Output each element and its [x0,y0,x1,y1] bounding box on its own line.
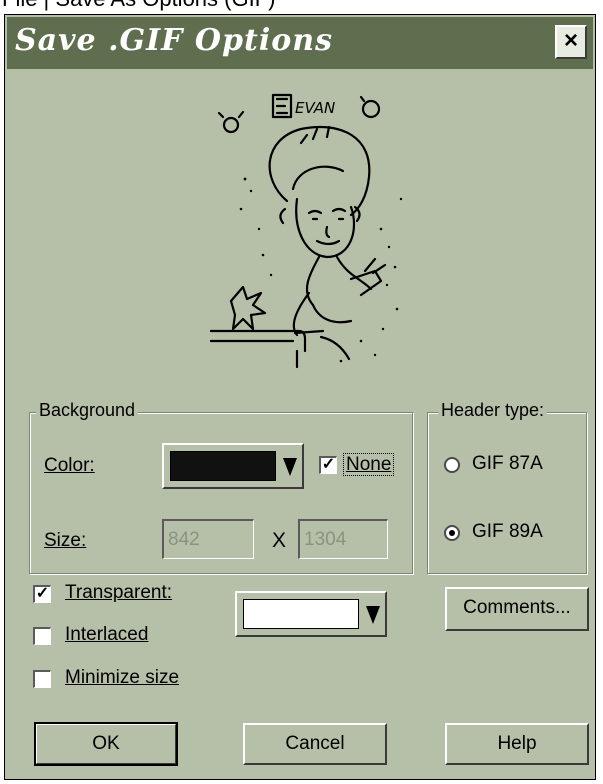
background-color-dropdown[interactable] [162,443,304,489]
none-checkbox[interactable]: ✓ [319,456,337,474]
save-gif-options-dialog: Save .GIF Options × EVAN Background Colo… [4,14,596,780]
checkmark-icon: ✓ [321,456,336,473]
checkmark-icon: ✓ [35,585,50,602]
dropdown-arrow-icon [366,606,380,624]
gif-89a-label[interactable]: GIF 89A [472,521,543,543]
gif-preview-image: EVAN [209,93,403,369]
height-field[interactable]: 1304 [298,519,388,559]
interlaced-label[interactable]: Interlaced [65,624,148,646]
color-label: Color: [44,455,95,476]
background-group-label: Background [36,400,139,421]
gif-87a-label[interactable]: GIF 87A [472,453,543,475]
interlaced-checkbox[interactable] [33,627,51,645]
gif-87a-radio[interactable] [444,457,460,473]
close-button[interactable]: × [555,25,587,59]
help-button[interactable]: Help [445,723,589,765]
ok-button[interactable]: OK [34,722,178,766]
cancel-button[interactable]: Cancel [243,723,387,765]
transparent-label[interactable]: Transparent: [65,582,172,604]
comments-button[interactable]: Comments... [445,587,589,631]
transparent-checkbox[interactable]: ✓ [33,585,51,603]
size-label: Size: [44,530,87,551]
radio-selected-dot [449,530,455,536]
gif-89a-radio[interactable] [444,525,460,541]
minimize-size-label[interactable]: Minimize size [65,667,179,689]
header-type-group-label: Header type: [438,400,548,421]
window-caption: File | Save As Options (GIF) [2,0,275,12]
title-bar[interactable]: Save .GIF Options × [7,17,593,69]
minimize-size-checkbox[interactable] [33,670,51,688]
close-icon: × [563,27,578,54]
header-type-group: Header type: GIF 87A GIF 89A [427,400,587,574]
transparent-color-dropdown[interactable] [235,591,387,637]
dropdown-arrow-icon [283,458,297,476]
preview-signature: EVAN [295,99,335,117]
width-field[interactable]: 842 [162,519,254,559]
background-group: Background Color: ✓ None Size: 842 X 130… [29,400,413,574]
transparent-color-swatch [243,599,359,629]
size-separator: X [272,529,287,552]
background-color-swatch [170,451,276,481]
none-label[interactable]: None [343,453,395,476]
dialog-title: Save .GIF Options [15,23,333,58]
